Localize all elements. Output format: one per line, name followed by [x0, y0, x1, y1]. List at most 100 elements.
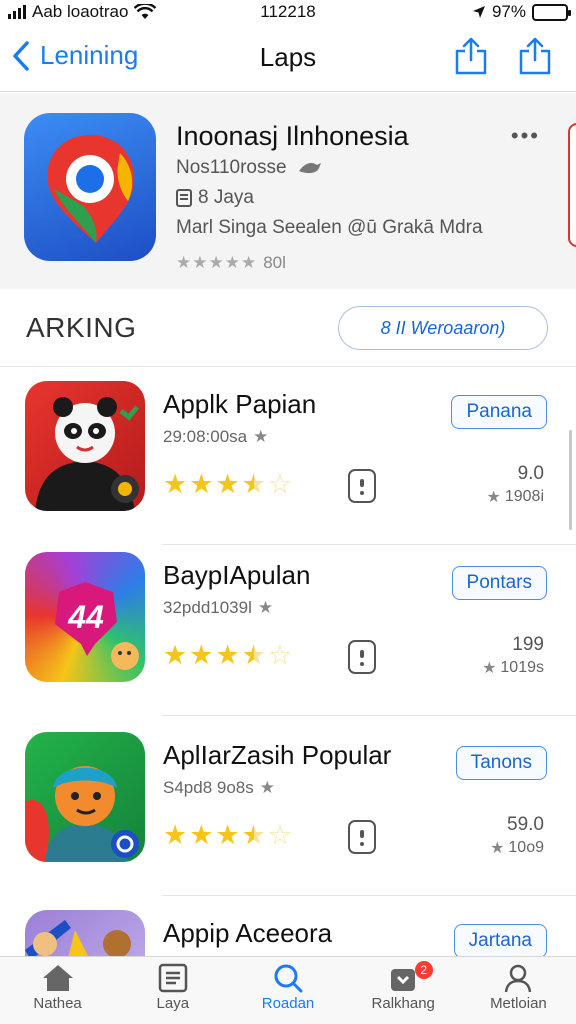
page-title: Laps	[259, 42, 317, 72]
star-icon: ★	[490, 840, 505, 857]
list-icon	[158, 963, 188, 993]
tab-label: Ralkhang	[371, 995, 435, 1012]
featured-meta: 8 Jaya	[198, 187, 254, 208]
status-bar: Aab loaotrao 112218 97%	[0, 0, 576, 26]
row-divider	[162, 715, 576, 716]
tab-bar: Nathea Laya Roadan 2 Ralkhang Metloian	[0, 956, 576, 1024]
tab-list[interactable]: Laya	[115, 957, 230, 1024]
app-star-rating: ★ ★ ★ ★ ☆	[163, 471, 292, 498]
star-empty-icon: ☆	[267, 640, 293, 670]
star-icon: ★	[215, 469, 240, 499]
svg-text:44: 44	[67, 599, 104, 635]
star-half-icon: ★	[241, 469, 266, 499]
star-half-icon: ★	[241, 820, 266, 850]
badge-icon: 44	[55, 582, 139, 670]
app-subtitle: 32pdd1039l	[163, 598, 252, 617]
tab-label: Metloian	[490, 995, 547, 1012]
featured-app-icon	[24, 113, 156, 261]
star-icon: ★	[482, 660, 497, 677]
home-icon	[42, 965, 73, 991]
app-star-rating: ★ ★ ★ ★ ☆	[163, 822, 292, 849]
app-icon-animals	[25, 910, 145, 956]
featured-title: Inoonasj Ilnhonesia	[176, 121, 409, 151]
star-icon: ★	[253, 427, 269, 446]
featured-subtitle: Nos110rosse	[176, 157, 287, 178]
star-empty-icon: ☆	[267, 820, 293, 850]
battery-percent: 97%	[491, 2, 526, 21]
tab-label: Nathea	[33, 995, 82, 1012]
notification-badge: 2	[414, 961, 433, 979]
app-count-row: ★ 1908i	[487, 487, 545, 507]
tab-search[interactable]: Roadan	[230, 957, 345, 1024]
app-size: 199	[512, 634, 544, 655]
star-icon: ★	[486, 489, 501, 506]
section-title: ARKING	[26, 312, 137, 343]
star-icon: ★	[189, 469, 214, 499]
app-icon-panda	[25, 381, 145, 511]
tab-label: Laya	[156, 995, 190, 1012]
app-icon-rainbow: 44	[25, 552, 145, 682]
share-icon-secondary[interactable]	[518, 36, 552, 76]
app-row[interactable]: 44 BaypIApulan 32pdd1039l ★ ★ ★ ★ ★ ☆ Pontars…	[0, 538, 576, 716]
tab-label: Roadan	[261, 995, 315, 1012]
star-icon: ★	[163, 640, 188, 670]
info-icon[interactable]	[348, 820, 376, 854]
app-count-row: ★ 10o9	[490, 838, 544, 858]
app-name: AplIarZasih Popular	[163, 740, 392, 770]
share-icon[interactable]	[454, 36, 488, 76]
tab-profile[interactable]: Metloian	[461, 957, 576, 1024]
app-subtitle-row: 32pdd1039l ★	[163, 598, 273, 618]
star-icon: ★	[163, 820, 188, 850]
tab-home[interactable]: Nathea	[0, 957, 115, 1024]
app-get-button[interactable]: Panana	[451, 395, 547, 429]
navigation-bar: Lenining Laps	[0, 26, 576, 92]
app-size: 9.0	[517, 463, 544, 484]
search-icon	[274, 964, 303, 993]
app-count: 1019s	[500, 659, 544, 676]
app-row[interactable]: AplIarZasih Popular S4pd8 9o8s ★ ★ ★ ★ ★ ☆ Ta…	[0, 718, 576, 896]
map-pin-icon	[47, 135, 134, 243]
app-count: 1908i	[504, 488, 544, 505]
featured-rating-count: 80l	[263, 253, 286, 272]
info-icon[interactable]	[348, 469, 376, 503]
featured-stars: ★★★★★	[176, 253, 258, 272]
star-icon: ★	[259, 778, 275, 797]
app-subtitle: S4pd8 9o8s	[163, 778, 254, 797]
document-icon	[176, 189, 192, 207]
star-icon: ★	[189, 640, 214, 670]
app-row[interactable]: Applk Papian 29:08:00sa ★ ★ ★ ★ ★ ☆ Panana 9.…	[0, 367, 576, 545]
app-count: 10o9	[508, 839, 544, 856]
app-row[interactable]: Appip Aceeora Jartana	[0, 896, 576, 956]
character-icon	[25, 766, 139, 862]
featured-developer: Marl Singa Seealen @ū Grakā Mdra	[176, 217, 483, 238]
animals-icon	[25, 920, 131, 956]
app-get-button[interactable]: Pontars	[451, 566, 547, 600]
battery-icon	[532, 3, 571, 21]
app-get-button[interactable]: Jartana	[453, 924, 547, 956]
featured-rating-row: ★★★★★ 80l	[176, 253, 286, 273]
scroll-indicator[interactable]	[569, 430, 572, 530]
app-name: Appip Aceeora	[163, 918, 333, 948]
app-subtitle: 29:08:00sa	[163, 427, 248, 446]
app-get-button[interactable]: Tanons	[455, 746, 547, 780]
app-icon-character	[25, 732, 145, 862]
star-half-icon: ★	[241, 640, 266, 670]
app-name: Applk Papian	[163, 389, 317, 419]
featured-subtitle-row: Nos110rosse	[176, 157, 323, 179]
tab-updates[interactable]: 2 Ralkhang	[346, 957, 461, 1024]
featured-app-card[interactable]: Inoonasj Ilnhonesia Nos110rosse 8 Jaya M…	[0, 93, 576, 289]
more-options-button[interactable]: •••	[511, 123, 540, 149]
person-icon	[505, 964, 532, 993]
app-star-rating: ★ ★ ★ ★ ☆	[163, 642, 292, 669]
section-see-all-button[interactable]: 8 II Weroaaron)	[338, 306, 548, 350]
star-icon: ★	[215, 820, 240, 850]
star-icon: ★	[215, 640, 240, 670]
featured-meta-row: 8 Jaya	[176, 187, 254, 209]
app-size: 59.0	[507, 814, 544, 835]
app-count-row: ★ 1019s	[482, 658, 544, 678]
bird-icon	[298, 163, 321, 174]
star-empty-icon: ☆	[267, 469, 293, 499]
location-icon	[472, 6, 485, 18]
next-card-peek[interactable]	[568, 123, 576, 247]
info-icon[interactable]	[348, 640, 376, 674]
